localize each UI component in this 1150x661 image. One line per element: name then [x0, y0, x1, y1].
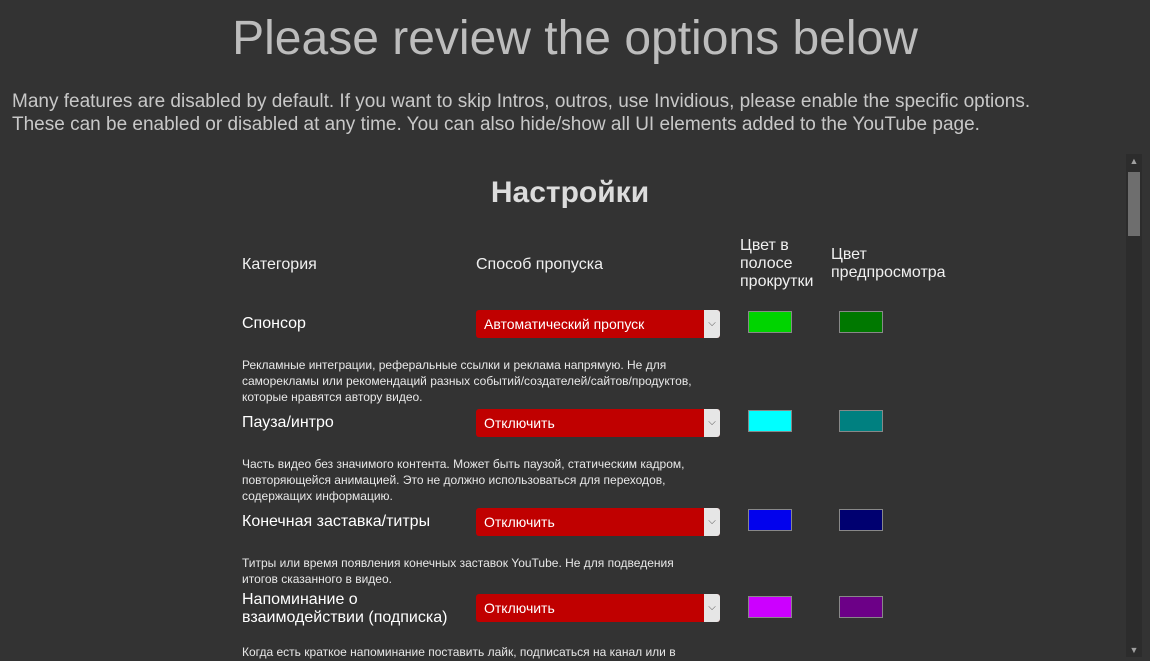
bar-color-swatch-outro[interactable] [748, 509, 792, 531]
triangle-up-icon[interactable]: ▲ [1126, 154, 1142, 168]
bar-color-swatch-sponsor[interactable] [748, 311, 792, 333]
category-name-intro: Пауза/интро [242, 414, 334, 431]
skip-option-select-sponsor[interactable]: Автоматический пропуск ⌵ [476, 310, 720, 338]
header-bar-color: Цвет в полосе прокрутки [740, 237, 813, 291]
chevron-down-icon: ⌵ [704, 409, 720, 437]
chevron-down-icon: ⌵ [704, 310, 720, 338]
description-line: повторяющейся анимацией. Это не должно и… [242, 473, 666, 487]
preview-color-swatch-sponsor[interactable] [839, 311, 883, 333]
preview-color-swatch-interaction[interactable] [839, 596, 883, 618]
scrollbar[interactable]: ▲ ▼ [1126, 154, 1142, 657]
bar-color-swatch-intro[interactable] [748, 410, 792, 432]
header-category: Категория [242, 256, 317, 273]
category-description-sponsor: Рекламные интеграции, реферальные ссылки… [242, 357, 742, 405]
settings-title: Настройки [490, 176, 650, 209]
category-description-interaction: Когда есть краткое напоминание поставить… [242, 644, 742, 660]
intro-line: Many features are disabled by default. I… [12, 91, 1031, 112]
scroll-thumb[interactable] [1128, 172, 1140, 236]
description-line: Титры или время появления конечных заста… [242, 556, 674, 570]
category-name-line: Напоминание о [242, 591, 358, 608]
preview-color-swatch-intro[interactable] [839, 410, 883, 432]
description-line: содержащих информацию. [242, 489, 393, 503]
category-description-outro: Титры или время появления конечных заста… [242, 555, 742, 587]
bar-color-swatch-interaction[interactable] [748, 596, 792, 618]
description-line: итогов сказанного в видео. [242, 572, 392, 586]
chevron-down-icon: ⌵ [704, 594, 720, 622]
triangle-down-icon[interactable]: ▼ [1126, 643, 1142, 657]
preview-color-swatch-outro[interactable] [839, 509, 883, 531]
category-name-sponsor: Спонсор [242, 315, 306, 332]
skip-option-select-intro[interactable]: Отключить ⌵ [476, 409, 720, 437]
skip-option-select-outro[interactable]: Отключить ⌵ [476, 508, 720, 536]
select-value: Автоматический пропуск [484, 316, 645, 332]
header-preview-color-line: Цвет [831, 246, 867, 263]
description-line: Часть видео без значимого контента. Може… [242, 457, 685, 471]
select-value: Отключить [484, 514, 555, 530]
category-name-line: взаимодействии (подписка) [242, 609, 448, 626]
intro-text: Many features are disabled by default. I… [12, 90, 1142, 136]
options-frame: Настройки Категория Способ пропуска Цвет… [0, 154, 1126, 661]
chevron-down-icon: ⌵ [704, 508, 720, 536]
skip-option-select-interaction[interactable]: Отключить ⌵ [476, 594, 720, 622]
description-line: которые нравятся автору видео. [242, 390, 423, 404]
category-name-outro: Конечная заставка/титры [242, 513, 431, 530]
header-bar-color-line: Цвет в [740, 237, 789, 254]
description-line: Рекламные интеграции, реферальные ссылки… [242, 358, 667, 372]
header-bar-color-line: прокрутки [740, 273, 814, 290]
description-line: саморекламы или рекомендаций разных собы… [242, 374, 692, 388]
category-name-interaction: Напоминание о взаимодействии (подписка) [242, 591, 447, 627]
intro-line: These can be enabled or disabled at any … [12, 114, 980, 135]
category-description-intro: Часть видео без значимого контента. Може… [242, 456, 742, 504]
header-skip-method: Способ пропуска [476, 256, 603, 273]
description-line: Когда есть краткое напоминание поставить… [242, 645, 676, 659]
header-preview-color-line: предпросмотра [831, 264, 946, 281]
select-value: Отключить [484, 415, 555, 431]
header-bar-color-line: полосе [740, 255, 793, 272]
header-preview-color: Цвет предпросмотра [831, 246, 946, 282]
page-title: Please review the options below [232, 12, 918, 65]
select-value: Отключить [484, 600, 555, 616]
